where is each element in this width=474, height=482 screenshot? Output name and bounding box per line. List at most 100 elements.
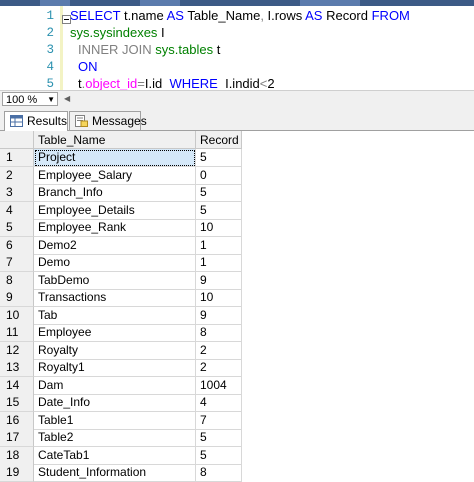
keyword: SELECT (70, 8, 121, 23)
row-number[interactable]: 17 (0, 429, 34, 447)
row-number-header[interactable] (0, 131, 34, 149)
cell-table-name[interactable]: Employee (34, 324, 196, 342)
cell-table-name[interactable]: Demo2 (34, 236, 196, 255)
cell-table-name[interactable]: TabDemo (34, 271, 196, 290)
cell-record[interactable]: 5 (196, 201, 242, 220)
zoom-bar: 100 % ▼ ◀ (0, 90, 474, 109)
keyword: INNER JOIN (78, 42, 152, 57)
cell-record[interactable]: 4 (196, 394, 242, 412)
row-number[interactable]: 10 (0, 306, 34, 325)
row-number[interactable]: 6 (0, 236, 34, 255)
cell-record[interactable]: 2 (196, 341, 242, 360)
line-number: 1 (46, 9, 54, 23)
line-number: 3 (46, 43, 54, 57)
cell-table-name[interactable]: CateTab1 (34, 446, 196, 465)
row-number[interactable]: 4 (0, 201, 34, 220)
zoom-dropdown[interactable]: 100 % ▼ (2, 92, 58, 106)
keyword: AS (166, 8, 184, 23)
cell-table-name[interactable]: Transactions (34, 289, 196, 307)
tab-messages[interactable]: Messages (69, 111, 147, 130)
row-number[interactable]: 2 (0, 166, 34, 185)
code-text: 2 (267, 76, 275, 91)
row-number[interactable]: 7 (0, 254, 34, 272)
row-number[interactable]: 5 (0, 219, 34, 237)
cell-record[interactable]: 9 (196, 306, 242, 325)
cell-table-name[interactable]: Date_Info (34, 394, 196, 412)
system-object: sys.tables (155, 42, 214, 57)
row-number[interactable]: 15 (0, 394, 34, 412)
row-number[interactable]: 18 (0, 446, 34, 465)
code-text: I.indid (217, 76, 260, 91)
cell-table-name[interactable]: Table2 (34, 429, 196, 447)
cell-record[interactable]: 5 (196, 446, 242, 465)
code-text: Table_Name (183, 8, 261, 23)
cell-table-name[interactable]: Employee_Rank (34, 219, 196, 237)
cell-record[interactable]: 2 (196, 359, 242, 377)
tab-results[interactable]: Results (4, 111, 68, 131)
results-grid[interactable]: Table_Name Record 1 Project 5 2 Employee_Sal… (0, 131, 474, 482)
query-editor[interactable]: 1 2 3 4 5 SELECT t.name AS Table_Name, I… (0, 6, 474, 91)
row-number[interactable]: 12 (0, 341, 34, 360)
cell-table-name[interactable]: Tab (34, 306, 196, 325)
cell-record[interactable]: 8 (196, 464, 242, 482)
row-number[interactable]: 9 (0, 289, 34, 307)
cell-record[interactable]: 10 (196, 219, 242, 237)
result-tabs: Results Messages (0, 108, 474, 131)
tab-results-label: Results (27, 114, 68, 128)
punctuation: = (137, 76, 145, 91)
code-text: I.id (144, 76, 170, 91)
code-line-5[interactable]: t.object_id=I.id WHERE I.indid<2 (78, 76, 275, 91)
column-header-table-name[interactable]: Table_Name (34, 131, 196, 149)
cell-table-name[interactable]: Employee_Salary (34, 166, 196, 185)
keyword: AS (305, 8, 323, 23)
cell-table-name[interactable]: Student_Information (34, 464, 196, 482)
row-number[interactable]: 11 (0, 324, 34, 342)
row-number[interactable]: 16 (0, 411, 34, 430)
row-number[interactable]: 1 (0, 149, 34, 167)
cell-record[interactable]: 5 (196, 149, 242, 167)
line-number: 2 (46, 26, 54, 40)
cell-table-name[interactable]: Royalty (34, 341, 196, 360)
cell-record[interactable]: 10 (196, 289, 242, 307)
keyword: FROM (371, 8, 410, 23)
cell-table-name[interactable]: Employee_Details (34, 201, 196, 220)
code-line-4[interactable]: ON (78, 59, 98, 74)
code-line-2[interactable]: sys.sysindexes I (70, 25, 165, 40)
cell-table-name[interactable]: Royalty1 (34, 359, 196, 377)
cell-record[interactable]: 1 (196, 236, 242, 255)
tab-messages-label: Messages (92, 114, 147, 128)
cell-record[interactable]: 9 (196, 271, 242, 290)
row-number[interactable]: 19 (0, 464, 34, 482)
chevron-down-icon: ▼ (47, 95, 55, 104)
cell-record[interactable]: 7 (196, 411, 242, 430)
cell-table-name[interactable]: Dam (34, 376, 196, 395)
system-object: sys.sysindexes (70, 25, 158, 40)
code-line-3[interactable]: INNER JOIN sys.tables t (78, 42, 220, 57)
cell-record[interactable]: 0 (196, 166, 242, 185)
cell-table-name[interactable]: Project (34, 149, 196, 167)
code-line-1[interactable]: SELECT t.name AS Table_Name, I.rows AS R… (70, 8, 410, 23)
cell-table-name[interactable]: Table1 (34, 411, 196, 430)
cell-table-name[interactable]: Branch_Info (34, 184, 196, 202)
code-text: t.name (120, 8, 167, 23)
row-number[interactable]: 3 (0, 184, 34, 202)
keyword: ON (78, 59, 98, 74)
row-number[interactable]: 13 (0, 359, 34, 377)
zoom-value: 100 % (6, 94, 38, 106)
scroll-left-icon[interactable]: ◀ (64, 94, 70, 103)
cell-record[interactable]: 8 (196, 324, 242, 342)
cell-record[interactable]: 5 (196, 429, 242, 447)
row-number[interactable]: 14 (0, 376, 34, 395)
keyword: WHERE (169, 76, 218, 91)
line-number: 5 (46, 77, 54, 91)
row-number[interactable]: 8 (0, 271, 34, 290)
cell-table-name[interactable]: Demo (34, 254, 196, 272)
cell-record[interactable]: 5 (196, 184, 242, 202)
column-header-record[interactable]: Record (196, 131, 242, 149)
horizontal-scrollbar[interactable]: ◀ (64, 94, 472, 104)
cell-record[interactable]: 1 (196, 254, 242, 272)
line-number-gutter: 1 2 3 4 5 (0, 6, 60, 91)
code-text: I.rows (263, 8, 306, 23)
cell-record[interactable]: 1004 (196, 376, 242, 395)
code-text: Record (322, 8, 372, 23)
